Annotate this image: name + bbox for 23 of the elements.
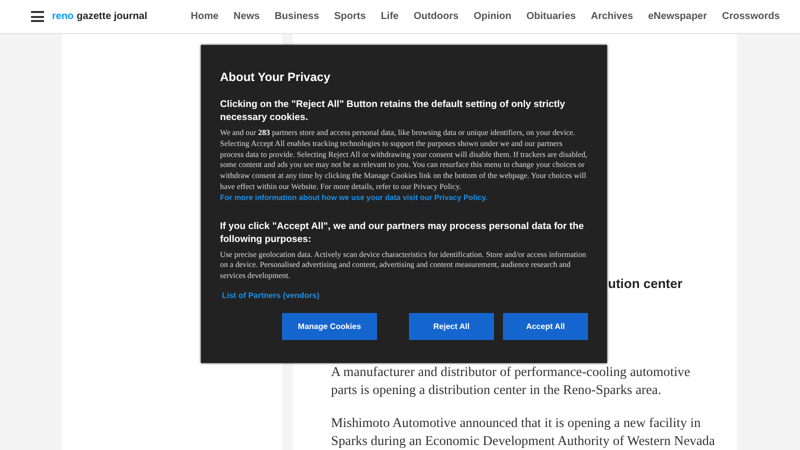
dialog-heading: Clicking on the "Reject All" Button retains the default setting of only strictly necessary cookies. [220,98,566,124]
nav-link[interactable]: News [226,11,268,22]
dialog-heading: If you click "Accept All", we and our partners may process personal data for the following purposes: [220,220,585,246]
partners-link[interactable]: List of Partners (vendors) [222,290,320,300]
nav-link[interactable]: Crosswords [714,11,788,22]
dialog-button[interactable]: Manage Cookies [282,312,377,340]
article-paragraph: A manufacturer and distributor of performance-cooling automotive parts is opening a distribution center in the Reno-Sparks area. [331,363,692,399]
logo-text[interactable]: gazette journal [76,11,148,22]
dialog-button[interactable]: Accept All [503,312,588,340]
dialog-title: About Your Privacy [220,70,332,84]
article-paragraph: Mishimoto Automotive announced that it is opening a new facility in Sparks during an Economic Development Authority of Western Nevada [331,414,715,450]
nav-link[interactable]: Outdoors [406,11,466,22]
dialog-button[interactable]: Reject All [409,312,494,340]
nav-link[interactable]: Life [373,11,406,22]
nav-link[interactable]: Obituaries [518,11,584,22]
nav-link[interactable]: Business [267,11,327,22]
nav-link[interactable]: Home [183,11,226,22]
menu-icon[interactable] [31,11,44,22]
article-headline: ution center [608,276,684,291]
nav-link[interactable]: eNewspaper [640,11,715,22]
nav-link[interactable]: Opinion [466,11,519,22]
nav-link[interactable]: Sports [326,11,374,22]
nav-link[interactable]: Archives [583,11,641,22]
